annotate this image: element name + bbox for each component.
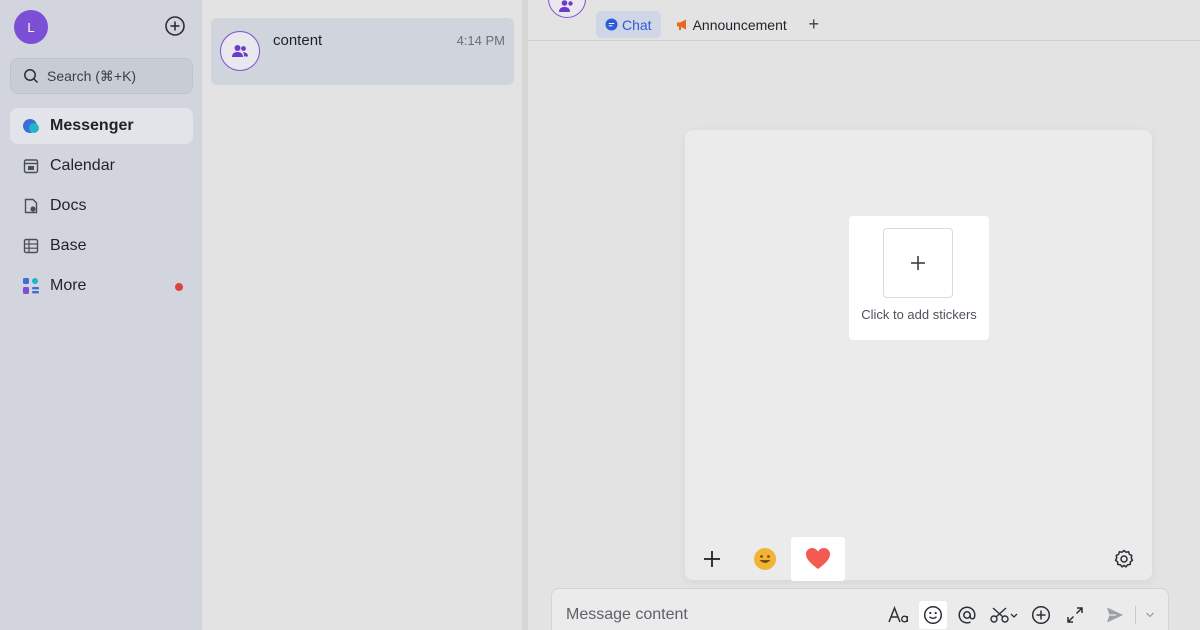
sticker-settings-button[interactable]	[1103, 538, 1145, 580]
tab-chat[interactable]: Chat	[596, 11, 661, 38]
group-icon	[559, 0, 573, 12]
more-apps-icon	[22, 277, 40, 295]
base-icon	[22, 237, 40, 255]
tab-announcement[interactable]: Announcement	[667, 11, 796, 38]
new-chat-button[interactable]	[164, 15, 186, 37]
message-input-placeholder: Message content	[566, 606, 688, 623]
sticker-panel-toolbar	[685, 537, 1152, 581]
chat-list: content 4:14 PM	[202, 0, 522, 630]
add-icon	[704, 551, 720, 567]
sidebar-item-base[interactable]: Base	[10, 228, 193, 264]
notification-dot	[175, 283, 183, 291]
send-icon	[1107, 607, 1123, 623]
sticker-panel: Click to add stickers	[685, 130, 1152, 581]
add-circle-icon	[1031, 605, 1051, 625]
emoji-icon	[754, 548, 776, 570]
calendar-icon	[22, 157, 40, 175]
add-sticker-button[interactable]	[883, 228, 953, 298]
chat-time: 4:14 PM	[456, 33, 505, 48]
sidebar-item-label: Messenger	[50, 117, 134, 134]
add-circle-icon	[165, 16, 185, 36]
favorites-tab-button[interactable]	[791, 537, 845, 581]
avatar-initial: L	[27, 19, 35, 35]
sidebar-item-docs[interactable]: Docs	[10, 188, 193, 224]
expand-editor-button[interactable]	[1061, 601, 1089, 629]
more-actions-button[interactable]	[1027, 601, 1055, 629]
add-sticker-card[interactable]: Click to add stickers	[849, 216, 989, 340]
heart-icon	[806, 548, 830, 569]
text-format-icon	[888, 606, 908, 623]
sidebar-nav: Messenger Calendar Docs Base More	[10, 108, 193, 308]
group-icon	[232, 45, 248, 57]
messenger-icon	[22, 117, 40, 135]
sidebar-item-label: Calendar	[50, 157, 115, 174]
conversation-pane: Chat Announcement + Click to add sticker…	[528, 0, 1200, 630]
send-divider	[1135, 606, 1136, 624]
add-sticker-label: Click to add stickers	[861, 307, 977, 322]
sidebar-item-label: Base	[50, 237, 87, 254]
emoji-button[interactable]	[919, 601, 947, 629]
send-button[interactable]	[1101, 601, 1129, 629]
sidebar-item-messenger[interactable]: Messenger	[10, 108, 193, 144]
user-avatar[interactable]: L	[14, 10, 48, 44]
sidebar-item-more[interactable]: More	[10, 268, 193, 304]
chat-bubble-icon	[605, 18, 618, 31]
tab-label: Chat	[622, 16, 652, 33]
chat-list-item[interactable]: content 4:14 PM	[211, 18, 514, 85]
mention-button[interactable]	[953, 601, 981, 629]
sidebar-item-label: More	[50, 277, 87, 294]
group-avatar	[220, 31, 260, 71]
mention-icon	[958, 606, 976, 624]
screenshot-icon	[990, 607, 1018, 623]
plus-icon	[911, 256, 925, 270]
chat-name: content	[273, 32, 323, 49]
search-placeholder: Search (⌘+K)	[47, 67, 137, 84]
chevron-down-icon	[1146, 612, 1154, 618]
send-options-button[interactable]	[1142, 601, 1158, 629]
emoji-tab-button[interactable]	[744, 538, 786, 580]
settings-icon	[1114, 549, 1134, 568]
megaphone-icon	[676, 19, 686, 30]
sidebar: L Search (⌘+K) Messenger Calendar Docs B…	[0, 0, 202, 630]
conversation-tabs: Chat Announcement +	[596, 11, 826, 38]
sidebar-item-calendar[interactable]: Calendar	[10, 148, 193, 184]
conversation-avatar[interactable]	[548, 0, 586, 18]
add-tab-button[interactable]: +	[802, 13, 826, 37]
sidebar-item-label: Docs	[50, 197, 87, 214]
header-divider	[528, 40, 1200, 41]
search-icon	[24, 69, 39, 84]
screenshot-button[interactable]	[987, 601, 1021, 629]
input-toolbar	[885, 599, 1158, 630]
message-input-box[interactable]: Message content	[551, 588, 1169, 630]
text-format-button[interactable]	[885, 601, 913, 629]
add-sticker-set-button[interactable]	[691, 538, 733, 580]
add-tab-label: +	[808, 14, 820, 34]
docs-icon	[22, 197, 40, 215]
search-box[interactable]: Search (⌘+K)	[10, 58, 193, 94]
expand-icon	[1067, 607, 1083, 623]
tab-label: Announcement	[692, 16, 787, 33]
emoji-icon	[923, 605, 943, 625]
